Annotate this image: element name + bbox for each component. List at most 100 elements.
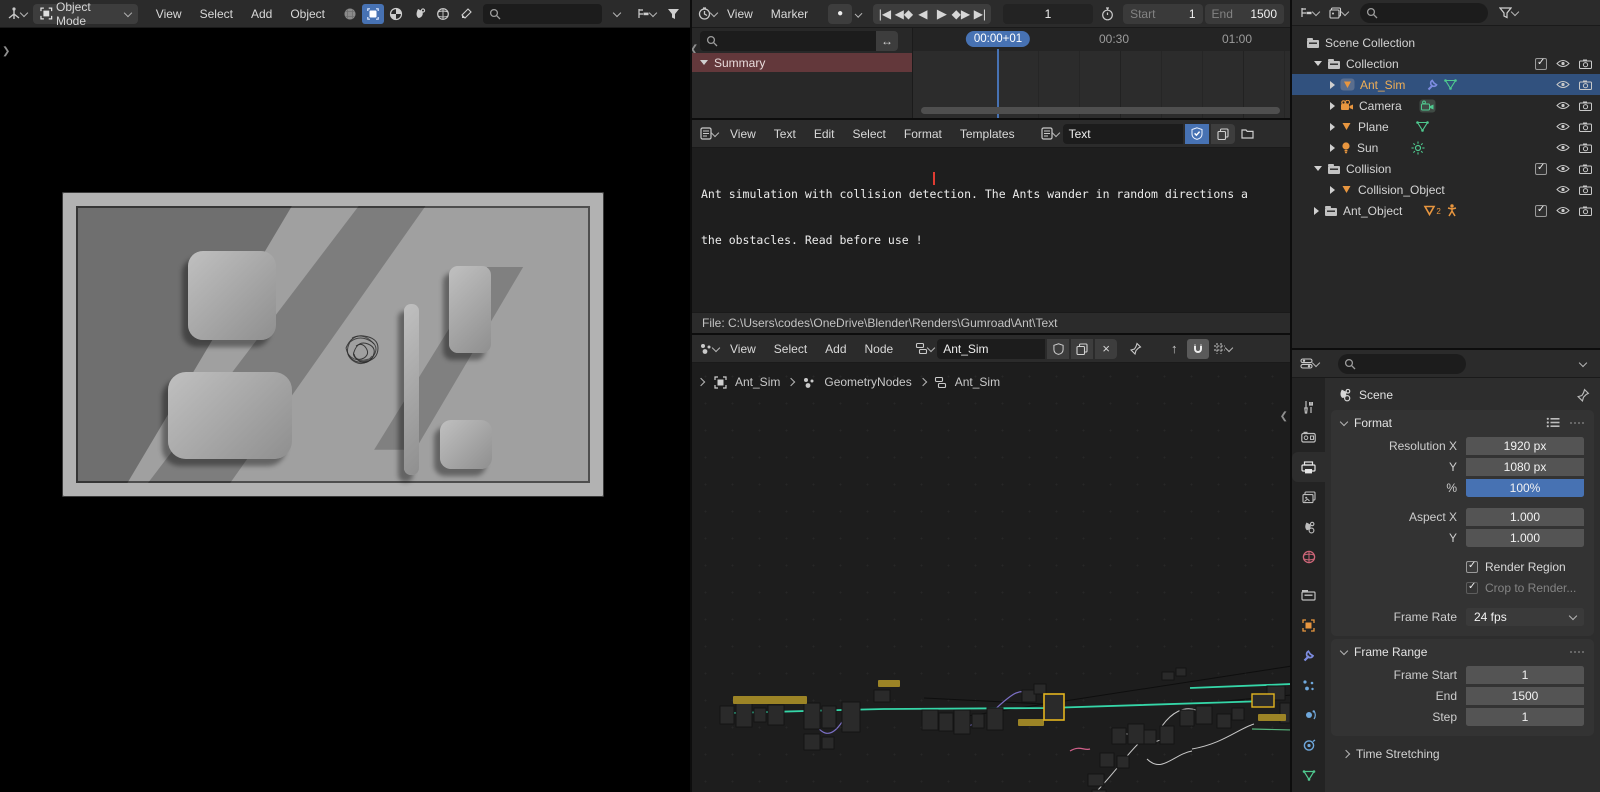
display-mode-button[interactable] — [1322, 3, 1354, 23]
shading-material-button[interactable] — [386, 4, 407, 24]
collection-checkbox[interactable] — [1535, 204, 1547, 217]
resolution-x-field[interactable]: 1920 px — [1466, 437, 1584, 455]
node-canvas[interactable]: ❮ Ant_Sim GeometryNodes Ant_Sim — [692, 363, 1290, 792]
node-graph[interactable] — [692, 498, 1292, 792]
camera-icon[interactable] — [1579, 143, 1592, 153]
aspect-y-field[interactable]: 1.000 — [1466, 529, 1584, 547]
snapping-toggle-button[interactable] — [1187, 338, 1210, 359]
menu-view[interactable]: View — [722, 342, 764, 356]
outliner-search-input[interactable] — [1360, 2, 1488, 23]
outliner-row-ant-object[interactable]: Ant_Object 2 — [1292, 200, 1600, 221]
expander-icon[interactable] — [1330, 143, 1335, 152]
tab-constraints[interactable] — [1292, 730, 1325, 760]
selected-node[interactable] — [1043, 693, 1065, 721]
resolution-y-field[interactable]: 1080 px — [1466, 458, 1584, 476]
menu-add[interactable]: Add — [243, 7, 280, 21]
menu-select[interactable]: Select — [845, 127, 894, 141]
pin-id-button[interactable] — [1577, 388, 1590, 402]
expander-icon[interactable] — [1314, 206, 1319, 215]
outliner-row-ant-sim[interactable]: Ant_Sim — [1292, 74, 1600, 95]
tab-particles[interactable] — [1292, 670, 1325, 700]
outliner-row-collection[interactable]: Collection — [1292, 53, 1600, 74]
frame-end-field[interactable]: End 1500 — [1204, 3, 1285, 24]
tab-render[interactable] — [1292, 422, 1325, 452]
outliner-row-plane[interactable]: Plane — [1292, 116, 1600, 137]
timeline-grid[interactable]: 00:30 01:00 00:00+01 — [913, 28, 1290, 118]
mode-selector[interactable]: Object Mode — [33, 0, 138, 28]
tab-tool[interactable] — [1292, 392, 1325, 422]
outliner-filter-button[interactable] — [1492, 3, 1524, 23]
header-collapse-button[interactable] — [604, 4, 629, 24]
editor-type-dopesheet-button[interactable] — [698, 4, 719, 24]
auto-keying-button[interactable]: ● — [828, 3, 853, 24]
frame-start-field[interactable]: 1 — [1466, 666, 1584, 684]
shading-solid-button[interactable] — [362, 3, 384, 24]
eye-icon[interactable] — [1556, 143, 1570, 152]
current-frame-field[interactable]: 1 — [1003, 3, 1093, 24]
text-name-field[interactable]: Text — [1062, 123, 1183, 144]
expander-icon[interactable] — [1330, 80, 1335, 89]
eye-icon[interactable] — [1556, 59, 1570, 68]
frame-start-field[interactable]: Start 1 — [1123, 3, 1203, 24]
tab-modifiers[interactable] — [1292, 640, 1325, 670]
camera-icon[interactable] — [1579, 59, 1592, 69]
duplicate-datablock-button[interactable] — [1210, 123, 1235, 144]
menu-format[interactable]: Format — [896, 127, 950, 141]
editor-type-outliner-button[interactable] — [1298, 3, 1320, 23]
menu-view[interactable]: View — [719, 7, 761, 21]
panel-grip-icon[interactable] — [1570, 421, 1584, 424]
menu-marker[interactable]: Marker — [763, 7, 816, 21]
outliner-row-collision[interactable]: Collision — [1292, 158, 1600, 179]
editor-type-node-button[interactable] — [698, 339, 721, 359]
tab-collection-props[interactable] — [1292, 580, 1325, 610]
camera-icon[interactable] — [1579, 206, 1592, 216]
summary-channel[interactable]: Summary — [692, 53, 912, 72]
nodetree-fake-user-button[interactable] — [1047, 338, 1070, 359]
viewport-canvas[interactable]: ❯ — [0, 28, 690, 792]
outliner-row-scene-collection[interactable]: Scene Collection — [1292, 32, 1600, 53]
fake-user-shield-button[interactable] — [1184, 123, 1209, 144]
frame-rate-dropdown[interactable]: 24 fps — [1466, 608, 1584, 626]
tab-object-data[interactable] — [1292, 760, 1325, 790]
properties-search-input[interactable] — [1338, 353, 1466, 374]
tab-object[interactable] — [1292, 610, 1325, 640]
outliner-row-camera[interactable]: Camera — [1292, 95, 1600, 116]
menu-select[interactable]: Select — [766, 342, 815, 356]
viewport-search-input[interactable] — [483, 3, 603, 24]
menu-view[interactable]: View — [722, 127, 764, 141]
camera-icon[interactable] — [1579, 101, 1592, 111]
world-overlay-icon[interactable] — [433, 4, 454, 24]
outliner-row-sun[interactable]: Sun — [1292, 137, 1600, 158]
eye-icon[interactable] — [1556, 80, 1570, 89]
frame-range-panel-header[interactable]: Frame Range — [1331, 639, 1594, 664]
eye-icon[interactable] — [1556, 101, 1570, 110]
playhead-badge[interactable]: 00:00+01 — [965, 31, 1031, 47]
breadcrumb-toggle-icon[interactable] — [696, 377, 706, 387]
menu-select[interactable]: Select — [192, 7, 241, 21]
outliner-row-collision-object[interactable]: Collision_Object — [1292, 179, 1600, 200]
format-panel-header[interactable]: Format — [1331, 410, 1594, 435]
keying-popover-chevron[interactable] — [854, 9, 863, 18]
resolution-percentage-slider[interactable]: 100% — [1466, 479, 1584, 497]
time-stretching-panel-header[interactable]: Time Stretching — [1325, 739, 1600, 761]
filter-icon[interactable] — [663, 4, 684, 24]
parent-tree-button[interactable]: ↑ — [1163, 339, 1185, 359]
expander-icon[interactable] — [1314, 166, 1322, 171]
channel-search-input[interactable] — [700, 31, 876, 51]
menu-object[interactable]: Object — [282, 7, 333, 21]
tab-scene[interactable] — [1292, 512, 1325, 542]
play-reverse-button[interactable]: ◀ — [913, 4, 932, 24]
text-editor-body[interactable]: Ant simulation with collision detection.… — [692, 148, 1290, 313]
nodetree-browse-button[interactable] — [913, 339, 935, 359]
collection-checkbox[interactable] — [1535, 162, 1547, 175]
eye-icon[interactable] — [1556, 206, 1570, 215]
next-keyframe-button[interactable]: ◆▶ — [951, 4, 970, 24]
nodetree-name-field[interactable]: Ant_Sim — [937, 338, 1046, 359]
panel-grip-icon[interactable] — [1570, 650, 1584, 653]
view-object-types-button[interactable] — [631, 4, 660, 24]
filter-invert-button[interactable]: ↔ — [876, 31, 898, 51]
eye-icon[interactable] — [1556, 185, 1570, 194]
menu-edit[interactable]: Edit — [806, 127, 843, 141]
camera-icon[interactable] — [1579, 185, 1592, 195]
editor-type-3d-viewport-button[interactable] — [6, 4, 28, 24]
